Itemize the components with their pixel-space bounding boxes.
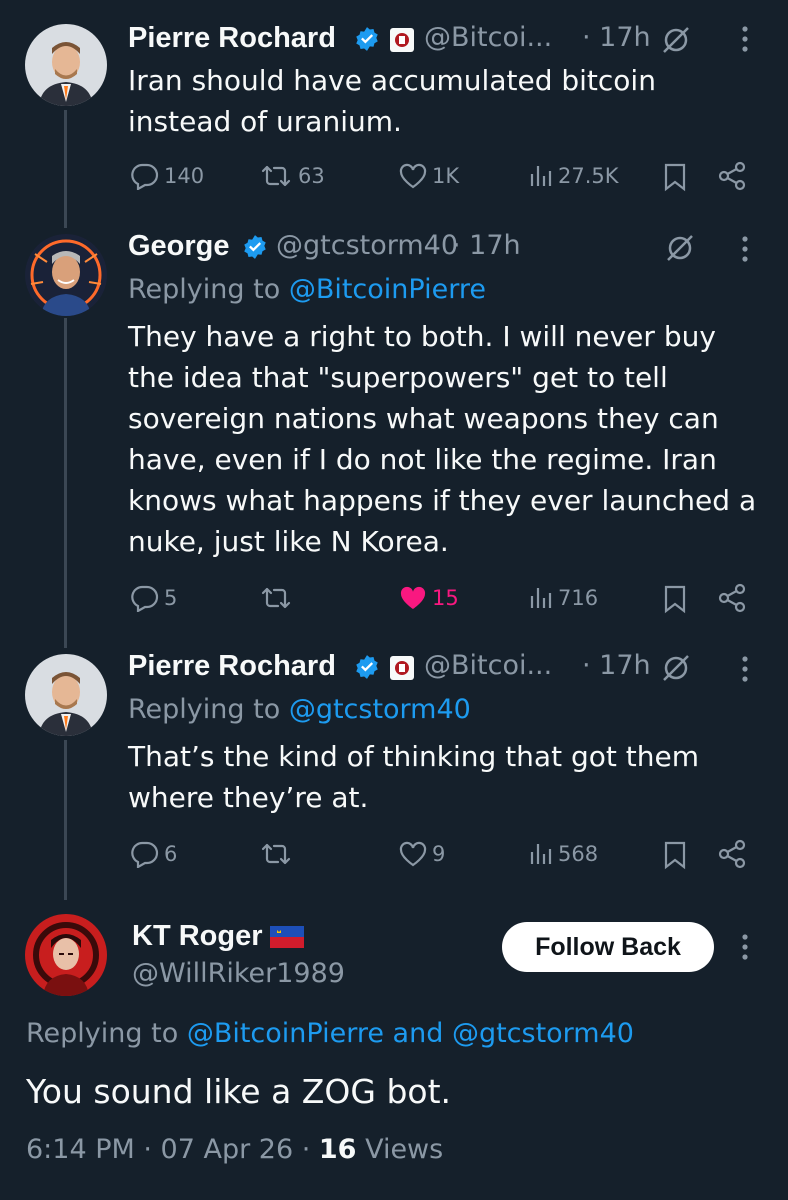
- tweet-time[interactable]: · 17h: [452, 230, 521, 261]
- avatar[interactable]: [25, 24, 107, 106]
- bookmark-icon[interactable]: [662, 162, 688, 192]
- timestamp[interactable]: 6:14 PM · 07 Apr 26 ·: [26, 1134, 310, 1165]
- tweet-text: They have a right to both. I will never …: [128, 320, 757, 558]
- reply-button[interactable]: 5: [130, 584, 177, 612]
- author-name[interactable]: Pierre Rochard: [128, 22, 336, 55]
- repost-icon: [261, 165, 291, 187]
- more-options-icon[interactable]: [740, 24, 750, 54]
- author-handle[interactable]: @Bitcoi...: [424, 650, 552, 681]
- reply-button[interactable]: 6: [130, 840, 177, 868]
- views-button[interactable]: 568: [528, 840, 598, 868]
- view-count: 27.5K: [558, 164, 619, 188]
- more-options-icon[interactable]: [740, 932, 750, 962]
- views-icon: [530, 588, 552, 608]
- replying-to: Replying to @BitcoinPierre and @gtcstorm…: [26, 1018, 634, 1049]
- like-button[interactable]: 15: [398, 584, 459, 612]
- views-button[interactable]: 27.5K: [528, 162, 619, 190]
- share-icon[interactable]: [716, 160, 748, 192]
- repost-icon: [261, 587, 291, 609]
- reply-button[interactable]: 140: [130, 162, 204, 190]
- view-count: 716: [558, 586, 599, 610]
- replying-to: Replying to @gtcstorm40: [128, 694, 471, 725]
- repost-button[interactable]: [258, 840, 298, 868]
- heart-icon: [399, 841, 427, 867]
- author-handle[interactable]: @WillRiker1989: [132, 958, 345, 989]
- like-count: 9: [432, 842, 446, 866]
- replying-to-label: Replying to: [128, 694, 281, 725]
- author-handle[interactable]: @Bitcoi...: [424, 22, 552, 53]
- avatar-image: [25, 24, 107, 106]
- like-button[interactable]: 9: [398, 840, 445, 868]
- reply-count: 140: [164, 164, 205, 188]
- avatar-image: [25, 654, 107, 736]
- views-count: 16: [318, 1134, 357, 1165]
- reply-icon: [131, 163, 159, 190]
- share-icon[interactable]: [716, 838, 748, 870]
- heart-icon: [399, 163, 427, 189]
- share-icon[interactable]: [716, 582, 748, 614]
- tweet-text: That’s the kind of thinking that got the…: [128, 740, 699, 814]
- tweet-text: You sound like a ZOG bot.: [26, 1072, 452, 1111]
- view-count: 568: [558, 842, 599, 866]
- thread-line: [64, 740, 67, 900]
- views-icon: [530, 844, 552, 864]
- author-name[interactable]: KT Roger: [132, 920, 263, 953]
- bookmark-icon[interactable]: [662, 840, 688, 870]
- views-button[interactable]: 716: [528, 584, 598, 612]
- verified-badge-icon: [356, 27, 378, 51]
- grok-icon[interactable]: [660, 651, 692, 683]
- repost-icon: [261, 843, 291, 865]
- avatar-image: [25, 234, 107, 316]
- avatar[interactable]: [25, 234, 107, 316]
- and-label: and: [392, 1018, 444, 1049]
- author-name[interactable]: Pierre Rochard: [128, 650, 336, 683]
- mention-link[interactable]: @BitcoinPierre: [187, 1018, 384, 1049]
- grok-icon[interactable]: [660, 23, 692, 55]
- author-name[interactable]: George: [128, 230, 230, 263]
- verified-badge-icon: [356, 655, 378, 679]
- bookmark-icon[interactable]: [662, 584, 688, 614]
- repost-button[interactable]: [258, 584, 298, 612]
- like-count: 15: [432, 586, 459, 610]
- tweet-meta: 6:14 PM · 07 Apr 26 · 16 Views: [26, 1134, 443, 1165]
- repost-button[interactable]: 63: [258, 162, 325, 190]
- reply-icon: [131, 841, 159, 868]
- mention-link[interactable]: @gtcstorm40: [452, 1018, 634, 1049]
- reply-icon: [131, 585, 159, 612]
- avatar[interactable]: [25, 914, 107, 996]
- mention-link[interactable]: @BitcoinPierre: [289, 274, 486, 305]
- affiliate-badge-icon: [390, 28, 414, 52]
- replying-to: Replying to @BitcoinPierre: [128, 274, 486, 305]
- tweet-time[interactable]: · 17h: [582, 22, 651, 53]
- replying-to-label: Replying to: [26, 1018, 179, 1049]
- mention-link[interactable]: @gtcstorm40: [289, 694, 471, 725]
- affiliate-badge-icon: [390, 656, 414, 680]
- thread-line: [64, 110, 67, 228]
- more-options-icon[interactable]: [740, 234, 750, 264]
- like-button[interactable]: 1K: [398, 162, 459, 190]
- more-options-icon[interactable]: [740, 654, 750, 684]
- replying-to-label: Replying to: [128, 274, 281, 305]
- follow-back-button[interactable]: Follow Back: [502, 922, 714, 972]
- tweet-time[interactable]: · 17h: [582, 650, 651, 681]
- author-handle[interactable]: @gtcstorm40: [276, 230, 458, 261]
- tweet-text: Iran should have accumulated bitcoin ins…: [128, 64, 656, 138]
- like-count: 1K: [432, 164, 460, 188]
- liechtenstein-flag-icon: [270, 926, 304, 948]
- heart-filled-icon: [400, 586, 426, 609]
- verified-badge-icon: [244, 235, 266, 259]
- views-label: Views: [365, 1134, 444, 1165]
- thread-line: [64, 318, 67, 648]
- repost-count: 63: [298, 164, 325, 188]
- avatar[interactable]: [25, 654, 107, 736]
- avatar-image: [25, 914, 107, 996]
- grok-icon[interactable]: [664, 231, 696, 263]
- views-icon: [530, 166, 552, 186]
- reply-count: 5: [164, 586, 178, 610]
- reply-count: 6: [164, 842, 178, 866]
